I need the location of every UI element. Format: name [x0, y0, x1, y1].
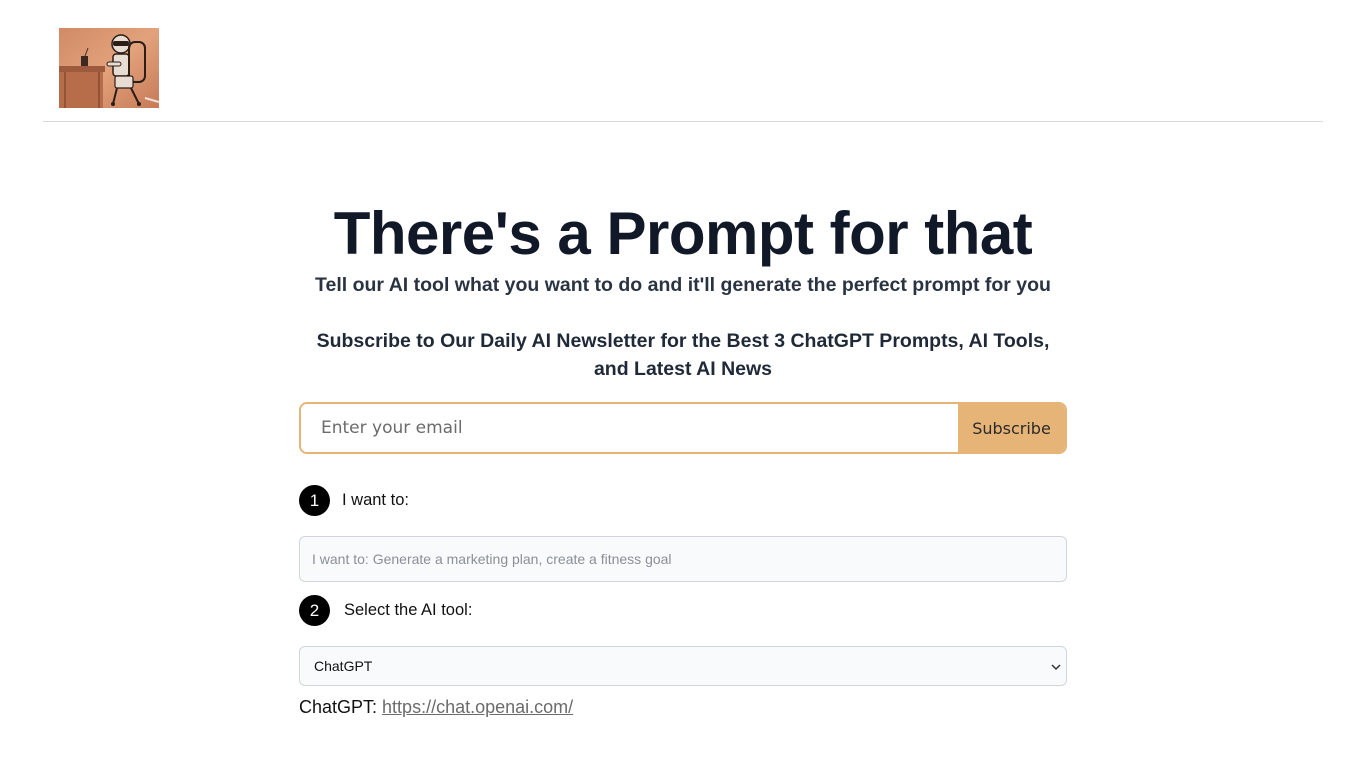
site-header: [43, 0, 1323, 122]
page-title: There's a Prompt for that: [333, 200, 1033, 267]
tool-link-row: ChatGPT: https://chat.openai.com/: [299, 697, 573, 718]
newsletter-heading: Subscribe to Our Daily AI Newsletter for…: [316, 330, 1050, 380]
step-label: Select the AI tool:: [344, 601, 473, 619]
newsletter-form: Subscribe: [299, 402, 1067, 454]
step-2: 2 Select the AI tool:: [299, 595, 472, 626]
site-logo[interactable]: [59, 28, 159, 108]
robot-at-desk-logo: [59, 28, 159, 108]
ai-tool-select[interactable]: ChatGPT: [299, 646, 1067, 686]
ai-tool-selected-value: ChatGPT: [314, 658, 373, 674]
step-number-badge: 1: [299, 485, 330, 516]
goal-input[interactable]: [299, 536, 1067, 582]
tool-url-link[interactable]: https://chat.openai.com/: [382, 697, 573, 717]
step-label: I want to:: [342, 491, 409, 509]
chevron-down-icon: [1051, 664, 1061, 671]
step-1: 1 I want to:: [299, 485, 409, 516]
email-field[interactable]: [301, 404, 958, 452]
page-subtitle: Tell our AI tool what you want to do and…: [315, 274, 1051, 296]
step-number-badge: 2: [299, 595, 330, 626]
tool-link-label: ChatGPT:: [299, 697, 378, 717]
subscribe-button[interactable]: Subscribe: [958, 404, 1065, 452]
